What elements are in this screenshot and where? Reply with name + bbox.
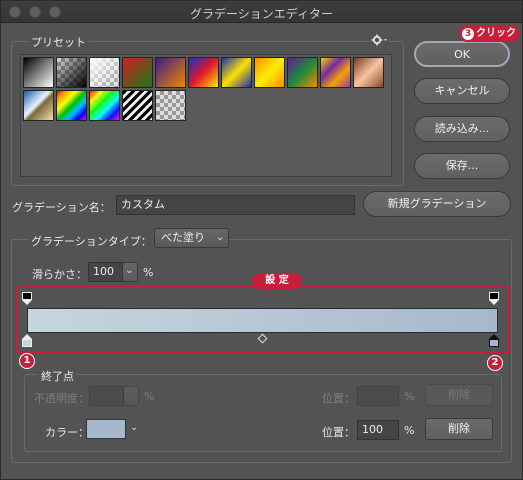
preset-swatch[interactable] <box>287 57 318 88</box>
callout-badge-1: 1 <box>19 353 35 369</box>
opacity-unit: % <box>144 390 155 403</box>
color-label: カラー： <box>45 426 89 439</box>
click-step-number: 3 <box>462 28 474 40</box>
gradient-name-label: グラデーション名： <box>12 201 111 214</box>
preset-swatch[interactable] <box>122 57 153 88</box>
color-location-unit: % <box>404 424 415 437</box>
opacity-input[interactable] <box>89 386 124 406</box>
preset-swatch[interactable] <box>56 57 87 88</box>
preset-swatch[interactable] <box>23 90 54 121</box>
opacity-label: 不透明度： <box>34 392 89 405</box>
setting-callout: 設 定 <box>252 273 302 289</box>
save-button[interactable]: 保存... <box>414 153 510 179</box>
chevron-down-icon: ⌄ <box>125 265 134 276</box>
gradient-type-label: グラデーションタイプ： <box>28 233 155 249</box>
cancel-button[interactable]: キャンセル <box>414 78 510 104</box>
load-button[interactable]: 読み込み... <box>414 116 510 142</box>
preset-swatch[interactable] <box>155 90 186 121</box>
chevron-down-icon[interactable]: ⌄ <box>130 422 138 433</box>
color-stop-left[interactable] <box>22 334 32 348</box>
gradient-preview-bar[interactable] <box>27 308 498 333</box>
color-location-label: 位置： <box>322 426 355 439</box>
preset-swatch[interactable] <box>23 57 54 88</box>
preset-swatch[interactable] <box>56 90 87 121</box>
ok-button[interactable]: OK <box>414 41 510 67</box>
presets-label: プリセット <box>28 34 89 50</box>
preset-swatch[interactable] <box>122 90 153 121</box>
click-callout: 3 クリック <box>459 25 519 42</box>
click-callout-label: クリック <box>476 28 516 39</box>
preset-swatch[interactable] <box>353 57 384 88</box>
opacity-stop-right[interactable] <box>489 292 499 305</box>
preset-swatch[interactable] <box>155 57 186 88</box>
gradient-name-input[interactable]: カスタム <box>116 195 355 215</box>
preset-swatch[interactable] <box>221 57 252 88</box>
color-stop-right[interactable] <box>489 334 499 348</box>
stop-color-swatch[interactable] <box>86 419 126 439</box>
preset-swatch-grid <box>20 54 392 177</box>
presets-gear-icon[interactable] <box>370 33 388 47</box>
opacity-stop-left[interactable] <box>22 292 32 305</box>
smoothness-label: 滑らかさ： <box>32 268 87 281</box>
callout-badge-2: 2 <box>487 355 503 371</box>
window-title: グラデーションエディター <box>190 7 333 21</box>
gradient-editor-window: グラデーションエディター プリセット OK 3 クリック キャンセル 読み込み.… <box>0 0 523 480</box>
opacity-dropdown[interactable] <box>123 386 139 406</box>
color-location-input[interactable]: 100 <box>357 420 399 440</box>
delete-color-stop-button[interactable]: 削除 <box>425 418 493 440</box>
delete-opacity-stop-button[interactable]: 削除 <box>425 384 493 406</box>
smoothness-unit: % <box>143 266 154 279</box>
opacity-location-label: 位置： <box>322 392 355 405</box>
new-gradient-button[interactable]: 新規グラデーション <box>363 191 511 217</box>
preset-swatch[interactable] <box>320 57 351 88</box>
opacity-location-unit: % <box>404 390 415 403</box>
preset-swatch[interactable] <box>89 90 120 121</box>
smoothness-input[interactable]: 100 <box>88 262 123 282</box>
opacity-location-input[interactable] <box>357 386 399 406</box>
title-bar: グラデーションエディター <box>1 1 522 23</box>
preset-swatch[interactable] <box>89 57 120 88</box>
preset-swatch[interactable] <box>188 57 219 88</box>
stops-label: 終了点 <box>38 368 77 384</box>
chevron-down-icon: ⌄ <box>216 232 225 243</box>
preset-swatch[interactable] <box>254 57 285 88</box>
